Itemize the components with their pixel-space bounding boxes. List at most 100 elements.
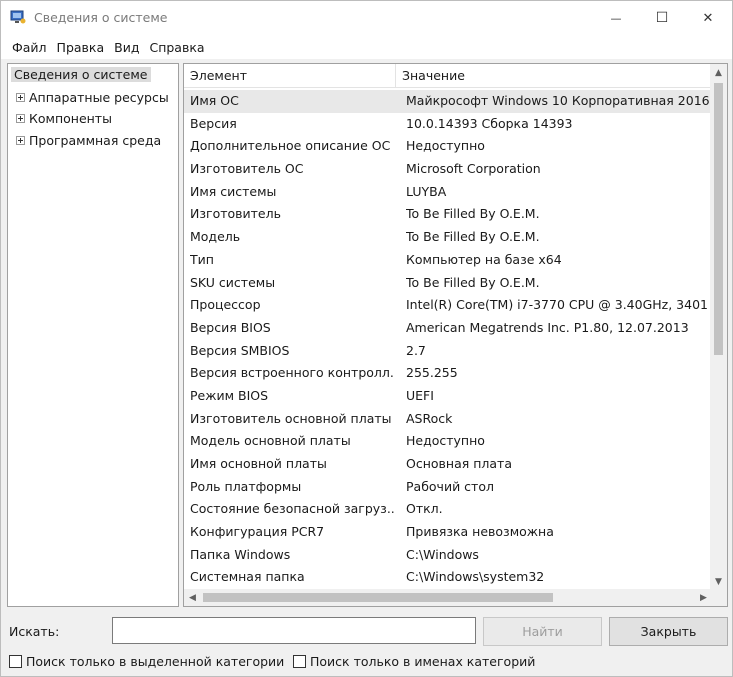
table-row[interactable]: Системная папка C:\Windows\system32 <box>184 566 712 589</box>
column-header-item[interactable]: Элемент <box>184 64 396 88</box>
table-row[interactable]: Состояние безопасной загруз... Откл. <box>184 498 712 521</box>
row-item-cell: Имя системы <box>190 183 277 199</box>
table-row[interactable]: Имя основной платы Основная плата <box>184 453 712 476</box>
minimize-button[interactable]: — <box>593 1 639 35</box>
table-row[interactable]: Версия BIOS American Megatrends Inc. P1.8… <box>184 317 712 340</box>
table-row[interactable]: Версия 10.0.14393 Сборка 14393 <box>184 113 712 136</box>
row-item-cell: Дополнительное описание ОС <box>190 138 391 154</box>
menu-bar: Файл Правка Вид Справка <box>1 35 732 59</box>
row-value-cell: Откл. <box>406 501 443 517</box>
row-item-cell: Папка Windows <box>190 546 291 562</box>
table-row[interactable]: Модель To Be Filled By O.E.M. <box>184 226 712 249</box>
title-bar[interactable]: Сведения о системе — ☐ ✕ <box>1 1 732 35</box>
row-value-cell: To Be Filled By O.E.M. <box>406 206 540 222</box>
row-value-cell: Привязка невозможна <box>406 524 554 540</box>
checkbox-box[interactable] <box>293 655 306 668</box>
row-item-cell: SKU системы <box>190 274 276 290</box>
row-item-cell: Версия BIOS <box>190 319 271 335</box>
row-value-cell: Майкрософт Windows 10 Корпоративная 2016 <box>406 93 710 108</box>
category-tree[interactable]: Сведения о системе Аппаратные ресурсы Ко… <box>7 63 179 607</box>
row-item-cell: Конфигурация PCR7 <box>190 524 325 540</box>
table-row[interactable]: Имя системы LUYBA <box>184 181 712 204</box>
table-row[interactable]: Имя ОС Майкрософт Windows 10 Корпоративна… <box>184 90 712 113</box>
search-label: Искать: <box>9 624 60 639</box>
row-item-cell: Версия <box>190 115 237 131</box>
row-item-cell: Изготовитель основной платы <box>190 410 392 426</box>
table-row[interactable]: Дополнительное описание ОС Недоступно <box>184 135 712 158</box>
close-button[interactable]: Закрыть <box>609 617 728 646</box>
table-row[interactable]: Папка Windows C:\Windows <box>184 544 712 567</box>
close-icon: ✕ <box>702 10 714 26</box>
tree-item-label: Компоненты <box>29 110 112 126</box>
expand-icon[interactable] <box>16 113 25 123</box>
menu-edit[interactable]: Правка <box>52 40 110 55</box>
menu-help[interactable]: Справка <box>144 40 209 55</box>
horizontal-scrollbar[interactable]: ◀ ▶ <box>184 589 712 606</box>
tree-item-hardware-resources[interactable]: Аппаратные ресурсы <box>16 88 169 106</box>
minimize-icon: — <box>610 11 622 25</box>
menu-file[interactable]: Файл <box>7 40 52 55</box>
row-value-cell: UEFI <box>406 387 434 403</box>
row-value-cell: Рабочий стол <box>406 478 494 494</box>
table-row[interactable]: Модель основной платы Недоступно <box>184 430 712 453</box>
tree-item-components[interactable]: Компоненты <box>16 109 112 127</box>
row-value-cell: LUYBA <box>406 183 447 199</box>
tree-root-system-summary[interactable]: Сведения о системе <box>11 67 151 82</box>
tree-item-software-environment[interactable]: Программная среда <box>16 131 161 149</box>
row-value-cell: To Be Filled By O.E.M. <box>406 229 540 245</box>
scroll-down-icon[interactable]: ▼ <box>710 573 727 590</box>
checkbox-box[interactable] <box>9 655 22 668</box>
row-value-cell: Основная плата <box>406 456 512 471</box>
maximize-button[interactable]: ☐ <box>639 1 685 35</box>
row-item-cell: Версия встроенного контролл... <box>190 365 394 381</box>
search-input[interactable] <box>112 617 476 644</box>
expand-icon[interactable] <box>16 135 25 145</box>
find-button[interactable]: Найти <box>483 617 602 646</box>
tree-item-label: Программная среда <box>29 132 162 148</box>
vertical-scrollbar[interactable]: ▲ ▼ <box>710 64 727 590</box>
search-selected-category-checkbox[interactable]: Поиск только в выделенной категории <box>9 654 284 669</box>
expand-icon[interactable] <box>16 92 25 102</box>
row-value-cell: Недоступно <box>406 433 485 449</box>
vertical-scroll-thumb[interactable] <box>714 83 723 355</box>
table-row[interactable]: Конфигурация PCR7 Привязка невозможна <box>184 521 712 544</box>
search-category-names-checkbox[interactable]: Поиск только в именах категорий <box>293 654 535 669</box>
table-row[interactable]: Режим BIOS UEFI <box>184 385 712 408</box>
row-item-cell: Версия SMBIOS <box>190 342 290 358</box>
row-item-cell: Модель основной платы <box>190 433 351 449</box>
list-header: Элемент Значение <box>184 64 712 88</box>
row-item-cell: Роль платформы <box>190 478 302 494</box>
details-list[interactable]: Элемент Значение Имя ОС Майкрософт Window… <box>183 63 728 607</box>
row-value-cell: Компьютер на базе x64 <box>406 251 562 267</box>
row-item-cell: Системная папка <box>190 569 305 585</box>
row-value-cell: 2.7 <box>406 342 426 358</box>
row-value-cell: Недоступно <box>406 138 485 154</box>
horizontal-scroll-thumb[interactable] <box>203 593 553 602</box>
menu-view[interactable]: Вид <box>109 40 144 55</box>
scroll-corner <box>710 589 727 606</box>
tree-item-label: Аппаратные ресурсы <box>29 89 169 105</box>
column-header-value[interactable]: Значение <box>396 64 712 88</box>
table-row[interactable]: Изготовитель To Be Filled By O.E.M. <box>184 203 712 226</box>
row-value-cell: Intel(R) Core(TM) i7-3770 CPU @ 3.40GHz,… <box>406 297 708 313</box>
system-info-app-icon <box>10 10 26 24</box>
row-item-cell: Режим BIOS <box>190 387 269 403</box>
table-row[interactable]: Роль платформы Рабочий стол <box>184 476 712 499</box>
row-item-cell: Процессор <box>190 297 261 313</box>
close-window-button[interactable]: ✕ <box>685 1 731 35</box>
table-row[interactable]: Изготовитель ОС Microsoft Corporation <box>184 158 712 181</box>
scroll-left-icon[interactable]: ◀ <box>184 589 201 606</box>
table-row[interactable]: Версия SMBIOS 2.7 <box>184 340 712 363</box>
table-row[interactable]: Версия встроенного контролл... 255.255 <box>184 362 712 385</box>
table-row[interactable]: Тип Компьютер на базе x64 <box>184 249 712 272</box>
table-row[interactable]: SKU системы To Be Filled By O.E.M. <box>184 272 712 295</box>
row-value-cell: C:\Windows\system32 <box>406 569 545 585</box>
checkbox-label: Поиск только в именах категорий <box>310 654 536 669</box>
table-row[interactable]: Изготовитель основной платы ASRock <box>184 408 712 431</box>
window-title: Сведения о системе <box>34 10 168 25</box>
list-rows: Имя ОС Майкрософт Windows 10 Корпоративна… <box>184 90 712 589</box>
scroll-up-icon[interactable]: ▲ <box>710 64 727 81</box>
row-item-cell: Изготовитель <box>190 206 281 222</box>
row-item-cell: Имя ОС <box>190 93 239 108</box>
table-row[interactable]: Процессор Intel(R) Core(TM) i7-3770 CPU @… <box>184 294 712 317</box>
